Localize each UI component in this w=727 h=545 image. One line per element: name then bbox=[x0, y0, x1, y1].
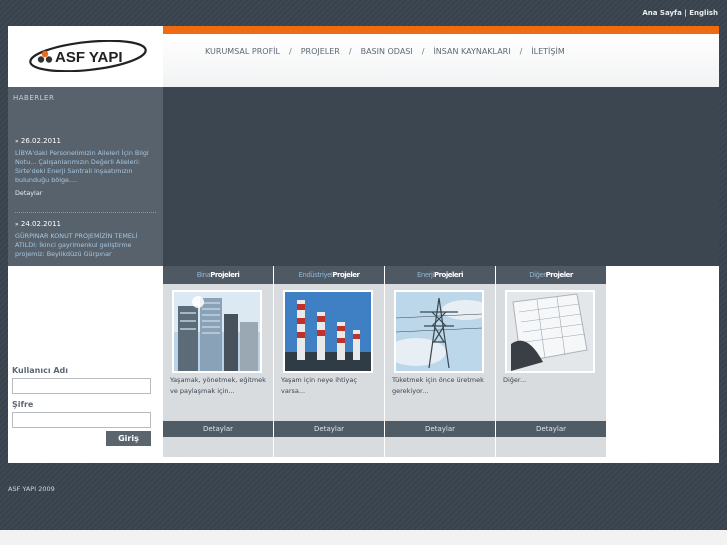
nav-item-iletisim[interactable]: İLETİŞİM bbox=[531, 47, 564, 56]
building-photo[interactable] bbox=[172, 290, 262, 373]
nav-separator: / bbox=[519, 47, 523, 56]
login-button[interactable]: Giriş bbox=[106, 431, 151, 446]
news-divider bbox=[15, 212, 156, 213]
project-column-diger: DiğerProjeler Diğer... Detaylar bbox=[496, 266, 606, 457]
bullet-arrow-icon: » bbox=[15, 138, 19, 145]
news-item: » 24.02.2011 GÜRPINAR KONUT PROJEMİZİN T… bbox=[15, 220, 158, 259]
details-button[interactable]: Detaylar bbox=[496, 421, 606, 437]
english-link[interactable]: English bbox=[689, 9, 718, 17]
chimneys-photo[interactable] bbox=[283, 290, 373, 373]
nav-separator: / bbox=[348, 47, 352, 56]
nav-separator: / bbox=[421, 47, 425, 56]
details-button[interactable]: Detaylar bbox=[274, 421, 384, 437]
news-text[interactable]: LİBYA'daki Personelimizin Aileleri İçin … bbox=[15, 149, 158, 185]
nav-item-insan-kaynaklari[interactable]: İNSAN KAYNAKLARI bbox=[433, 47, 510, 56]
project-heading[interactable]: DiğerProjeler bbox=[496, 266, 606, 284]
news-item: » 26.02.2011 LİBYA'daki Personelimizin A… bbox=[15, 137, 158, 198]
news-date: 24.02.2011 bbox=[20, 220, 61, 228]
project-heading[interactable]: EndüstriyelProjeler bbox=[274, 266, 384, 284]
news-text[interactable]: GÜRPINAR KONUT PROJEMİZİN TEMELİ ATILDI:… bbox=[15, 232, 158, 259]
bottom-strip bbox=[0, 530, 727, 545]
project-description: Tüketmek için önce üretmek gerekiyor... bbox=[392, 376, 484, 395]
username-input[interactable] bbox=[12, 378, 151, 394]
nav-item-kurumsal-profil[interactable]: KURUMSAL PROFİL bbox=[205, 47, 280, 56]
nav-item-basin-odasi[interactable]: BASIN ODASI bbox=[361, 47, 413, 56]
main-nav: KURUMSAL PROFİL / PROJELER / BASIN ODASI / İNS… bbox=[163, 34, 719, 87]
username-label: Kullanıcı Adı bbox=[12, 366, 69, 375]
project-heading[interactable]: BinaProjeleri bbox=[163, 266, 273, 284]
news-panel: HABERLER » 26.02.2011 LİBYA'daki Persone… bbox=[8, 87, 163, 266]
password-label: Şifre bbox=[12, 400, 34, 409]
news-date: 26.02.2011 bbox=[20, 137, 61, 145]
project-description: Yaşam için neye ihtiyaç varsa... bbox=[281, 376, 357, 395]
nav-separator: / bbox=[289, 47, 292, 56]
project-column-endustriyel: EndüstriyelProjeler Yaşam için neye ihti… bbox=[274, 266, 384, 457]
logo-box[interactable]: ASF YAPI bbox=[8, 26, 163, 87]
nav-item-projeler[interactable]: PROJELER bbox=[301, 47, 340, 56]
news-title: HABERLER bbox=[13, 94, 55, 102]
details-button[interactable]: Detaylar bbox=[163, 421, 273, 437]
news-more-link[interactable]: Detaylar bbox=[15, 189, 158, 198]
power-tower-photo[interactable] bbox=[394, 290, 484, 373]
project-description: Yaşamak, yönetmek, eğitmek ve paylaşmak … bbox=[170, 376, 266, 395]
login-form: Kullanıcı Adı Şifre Giriş bbox=[12, 366, 157, 446]
project-heading[interactable]: EnerjiProjeleri bbox=[385, 266, 495, 284]
password-input[interactable] bbox=[12, 412, 151, 428]
project-description: Diğer... bbox=[503, 376, 527, 384]
blueprints-photo[interactable] bbox=[505, 290, 595, 373]
footer-text: ASF YAPI 2009 bbox=[8, 485, 55, 493]
project-column-bina: BinaProjeleri Yaşamak, yönetmek, eğitmek… bbox=[163, 266, 273, 457]
hero-banner bbox=[163, 87, 719, 266]
bullet-arrow-icon: » bbox=[15, 221, 19, 228]
logo-text: ASF YAPI bbox=[55, 49, 123, 66]
nav-accent-bar bbox=[163, 26, 719, 34]
project-column-enerji: EnerjiProjeleri Tüketmek için önce üretm… bbox=[385, 266, 495, 457]
details-button[interactable]: Detaylar bbox=[385, 421, 495, 437]
top-links: Ana Sayfa | English bbox=[642, 9, 718, 17]
home-link[interactable]: Ana Sayfa bbox=[642, 9, 681, 17]
asf-yapi-logo: ASF YAPI bbox=[29, 40, 147, 72]
top-links-separator: | bbox=[684, 9, 687, 17]
content-area: Kullanıcı Adı Şifre Giriş BinaProjeleri bbox=[8, 266, 719, 463]
